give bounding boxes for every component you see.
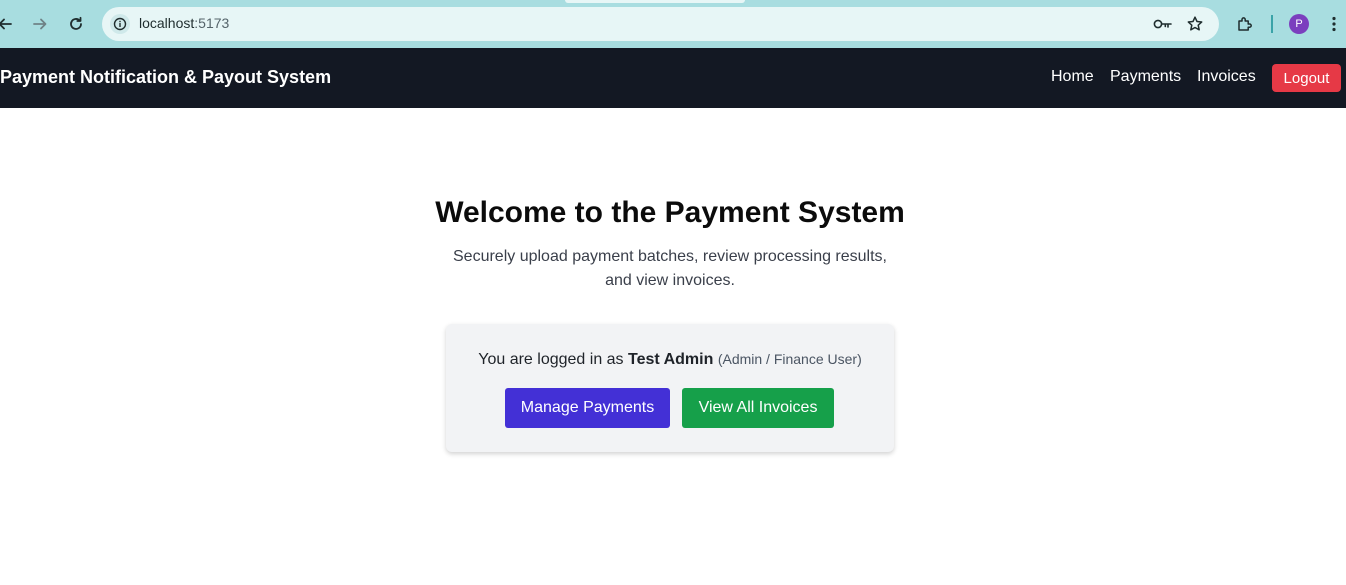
info-icon[interactable]	[110, 14, 130, 34]
address-bar[interactable]: localhost:5173	[102, 7, 1219, 41]
url-host: localhost	[139, 15, 195, 31]
kebab-menu-icon[interactable]	[1326, 12, 1342, 36]
active-tab-edge[interactable]	[565, 0, 745, 3]
manage-payments-button[interactable]: Manage Payments	[505, 388, 670, 428]
avatar-letter: P	[1295, 18, 1303, 30]
app-navbar: Payment Notification & Payout System Hom…	[0, 48, 1346, 108]
nav-link-home[interactable]: Home	[1051, 68, 1094, 86]
browser-toolbar: localhost:5173 P	[0, 0, 1346, 48]
key-icon[interactable]	[1152, 14, 1174, 34]
puzzle-icon[interactable]	[1234, 12, 1256, 36]
page-subtitle: Securely upload payment batches, review …	[453, 248, 887, 289]
back-arrow-icon[interactable]	[0, 11, 18, 37]
nav-link-invoices[interactable]: Invoices	[1197, 68, 1256, 86]
profile-avatar[interactable]: P	[1289, 14, 1309, 34]
user-name: Test Admin	[628, 351, 714, 368]
session-card: You are logged in as Test Admin (Admin /…	[446, 324, 894, 452]
url-text: localhost:5173	[139, 15, 229, 31]
reload-icon[interactable]	[63, 11, 89, 37]
url-port: :5173	[194, 15, 230, 31]
nav-link-payments[interactable]: Payments	[1110, 68, 1181, 86]
user-role: (Admin / Finance User)	[717, 351, 862, 367]
brand-title[interactable]: Payment Notification & Payout System	[0, 67, 331, 88]
logout-button[interactable]: Logout	[1272, 64, 1341, 92]
page-title: Welcome to the Payment System	[435, 196, 905, 229]
forward-arrow-icon[interactable]	[27, 11, 53, 37]
star-icon[interactable]	[1184, 14, 1206, 34]
login-status: You are logged in as Test Admin (Admin /…	[446, 351, 894, 369]
view-invoices-button[interactable]: View All Invoices	[682, 388, 834, 428]
login-prefix: You are logged in as	[478, 351, 624, 368]
toolbar-divider	[1271, 15, 1273, 33]
